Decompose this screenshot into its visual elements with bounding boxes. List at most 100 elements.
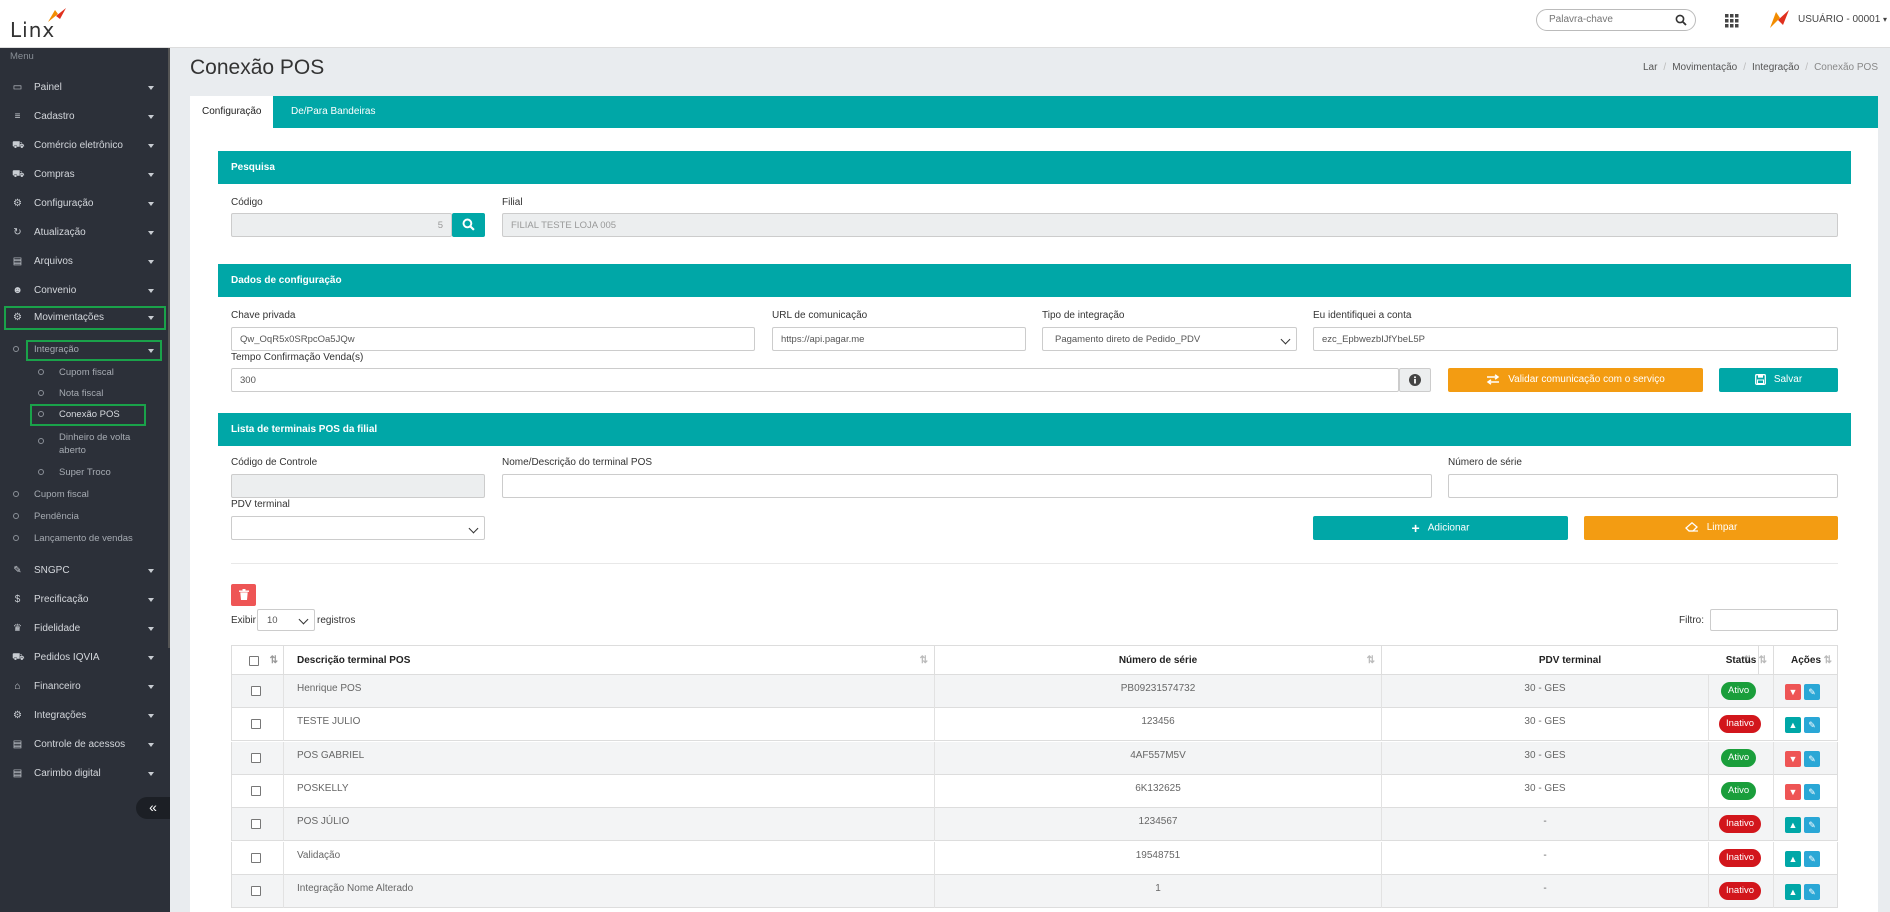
sort-icon: ⇅ (1366, 655, 1375, 666)
sidebar-item-controle-de-acessos[interactable]: ▤ Controle de acessos (0, 732, 166, 758)
thumbs-up-icon[interactable]: ▲ (1785, 883, 1801, 900)
validar-comunicacao-button[interactable]: Validar comunicação com o serviço (1448, 368, 1703, 392)
status-cell: Inativo (1709, 808, 1774, 842)
numero-serie-input[interactable] (1448, 474, 1838, 498)
table-row[interactable]: POSKELLY 6K132625 30 - GES Ativo ▼ ✎ (231, 774, 1838, 808)
column-descricao[interactable]: Descrição terminal POS ⇅ (284, 646, 935, 676)
row-checkbox[interactable] (251, 752, 261, 763)
select-all-checkbox[interactable] (249, 656, 259, 666)
thumbs-up-icon[interactable]: ▲ (1785, 850, 1801, 867)
thumbs-down-icon[interactable]: ▼ (1785, 750, 1801, 767)
sidebar-item-arquivos[interactable]: ▤ Arquivos (0, 249, 166, 275)
thumbs-down-icon[interactable]: ▼ (1785, 684, 1801, 700)
info-addon[interactable] (1399, 368, 1431, 392)
user-menu[interactable]: USUÁRIO - 00001 ▾ (1798, 14, 1887, 25)
search-icon[interactable] (1675, 14, 1687, 26)
column-acoes[interactable]: Ações ⇅ (1774, 646, 1838, 676)
edit-icon[interactable]: ✎ (1804, 783, 1820, 800)
sidebar-item-integra-es[interactable]: ⚙ Integrações (0, 703, 166, 729)
row-checkbox[interactable] (251, 852, 261, 863)
row-checkbox[interactable] (251, 686, 261, 696)
sidebar-item-pedidos-iqvia[interactable]: ⛟ Pedidos IQVIA (0, 645, 166, 671)
status-cell: Inativo (1709, 841, 1774, 875)
tab-configuracao[interactable]: Configuração (190, 96, 274, 128)
collapse-sidebar-button[interactable]: « (136, 797, 170, 819)
filtro-input[interactable] (1710, 609, 1838, 631)
sidebar-subitem-super-troco[interactable]: Super Troco (0, 463, 166, 483)
sidebar-item-convenio[interactable]: ☻ Convenio (0, 278, 166, 304)
row-checkbox[interactable] (251, 785, 261, 796)
sidebar-subitem-cupom-fiscal[interactable]: Cupom fiscal (0, 363, 166, 383)
nome-terminal-label: Nome/Descrição do terminal POS (502, 457, 653, 468)
table-row[interactable]: Henrique POS PB09231574732 30 - GES Ativo ▼ ✎ (231, 675, 1838, 708)
sidebar-item-pendencia[interactable]: Pendência (0, 507, 166, 527)
sidebar-item-sngpc[interactable]: ✎ SNGPC (0, 558, 166, 584)
exibir-label: Exibir (231, 615, 257, 626)
sidebar-item-fidelidade[interactable]: ♛ Fidelidade (0, 616, 166, 642)
limpar-button[interactable]: Limpar (1584, 516, 1838, 540)
sidebar-item-com-rcio-eletr-nico[interactable]: ⛟ Comércio eletrônico (0, 133, 166, 159)
table-row[interactable]: Validação 19548751 - Inativo ▲ ✎ (231, 841, 1838, 875)
table-row[interactable]: POS JÚLIO 1234567 - Inativo ▲ ✎ (231, 808, 1838, 842)
column-pdv-terminal[interactable]: PDV terminal ⇅ (1382, 646, 1759, 676)
thumbs-up-icon[interactable]: ▲ (1785, 817, 1801, 834)
acoes-cell: ▲ ✎ (1774, 842, 1838, 875)
tipo-integracao-select[interactable]: Pagamento direto de Pedido_PDV (1042, 327, 1297, 351)
chave-privada-input[interactable]: Qw_OqR5x0SRpcOa5JQw (231, 327, 755, 351)
sidebar-item-integracao[interactable]: Integração (0, 340, 166, 360)
chevron-down-icon (148, 86, 154, 90)
linx-logo[interactable]: Linx (10, 8, 70, 42)
search-box[interactable] (1536, 9, 1696, 31)
sidebar-item-compras[interactable]: ⛟ Compras (0, 162, 166, 188)
table-row[interactable]: TESTE JULIO 123456 30 - GES Inativo ▲ ✎ (231, 708, 1838, 742)
adicionar-button[interactable]: + Adicionar (1313, 516, 1568, 540)
conta-input[interactable]: ezc_EpbwezbIJfYbeL5P (1313, 327, 1838, 351)
tab-de-para-bandeiras[interactable]: De/Para Bandeiras (279, 96, 388, 128)
thumbs-up-icon[interactable]: ▲ (1785, 717, 1801, 734)
sidebar-item-carimbo-digital[interactable]: ▤ Carimbo digital (0, 761, 166, 787)
pdv-terminal-select[interactable] (231, 516, 485, 540)
user-avatar-icon[interactable] (1768, 8, 1790, 30)
sidebar-item-label: Lançamento de vendas (34, 533, 133, 544)
sidebar-subitem-conexao-pos[interactable]: Conexão POS (0, 405, 166, 425)
table-row[interactable]: Integração Nome Alterado 1 - Inativo ▲ ✎ (231, 874, 1838, 908)
row-checkbox[interactable] (251, 719, 261, 730)
thumbs-down-icon[interactable]: ▼ (1785, 783, 1801, 800)
edit-icon[interactable]: ✎ (1804, 850, 1820, 867)
edit-icon[interactable]: ✎ (1804, 817, 1820, 834)
search-codigo-button[interactable] (452, 213, 485, 237)
edit-icon[interactable]: ✎ (1804, 684, 1820, 700)
nome-terminal-input[interactable] (502, 474, 1432, 498)
tempo-confirmacao-input[interactable]: 300 (231, 368, 1399, 392)
sort-icon[interactable]: ⇅ (270, 646, 278, 676)
sidebar-item-atualiza-o[interactable]: ↻ Atualização (0, 220, 166, 246)
column-numero-serie[interactable]: Número de série ⇅ (935, 646, 1382, 676)
sidebar-item-precifica-o[interactable]: $ Precificação (0, 587, 166, 613)
edit-icon[interactable]: ✎ (1804, 717, 1820, 734)
column-status[interactable]: Status ⇅ (1709, 646, 1774, 676)
row-checkbox[interactable] (251, 819, 261, 830)
breadcrumb-link-movimentacao[interactable]: Movimentação (1672, 62, 1737, 73)
delete-selected-button[interactable] (231, 584, 256, 606)
sidebar-item-configura-o[interactable]: ⚙ Configuração (0, 191, 166, 217)
breadcrumb-link-lar[interactable]: Lar (1643, 62, 1657, 73)
page-length-select[interactable]: 10 (257, 609, 315, 631)
sidebar-subitem-dinheiro-de-volta[interactable]: Dinheiro de volta aberto (0, 428, 166, 460)
edit-icon[interactable]: ✎ (1804, 750, 1820, 767)
table-row[interactable]: POS GABRIEL 4AF557M5V 30 - GES Ativo ▼ ✎ (231, 741, 1838, 775)
row-checkbox[interactable] (251, 885, 261, 896)
salvar-button[interactable]: Salvar (1719, 368, 1838, 392)
breadcrumb-link-integracao[interactable]: Integração (1752, 62, 1799, 73)
sidebar-item-cadastro[interactable]: ≡ Cadastro (0, 104, 166, 130)
apps-grid-icon[interactable] (1725, 14, 1739, 28)
sidebar-item-financeiro[interactable]: ⌂ Financeiro (0, 674, 166, 700)
column-label: Descrição terminal POS (297, 655, 411, 666)
sidebar-item-painel[interactable]: ▭ Painel (0, 75, 166, 101)
url-comunicacao-input[interactable]: https://api.pagar.me (772, 327, 1026, 351)
edit-icon[interactable]: ✎ (1804, 883, 1820, 900)
sidebar-item-lancamento-de-vendas[interactable]: Lançamento de vendas (0, 529, 166, 549)
search-input[interactable] (1549, 14, 1669, 25)
sidebar-item-cupom-fiscal[interactable]: Cupom fiscal (0, 485, 166, 505)
sidebar-scrollbar[interactable] (168, 48, 170, 648)
sidebar-subitem-nota-fiscal[interactable]: Nota fiscal (0, 384, 166, 404)
